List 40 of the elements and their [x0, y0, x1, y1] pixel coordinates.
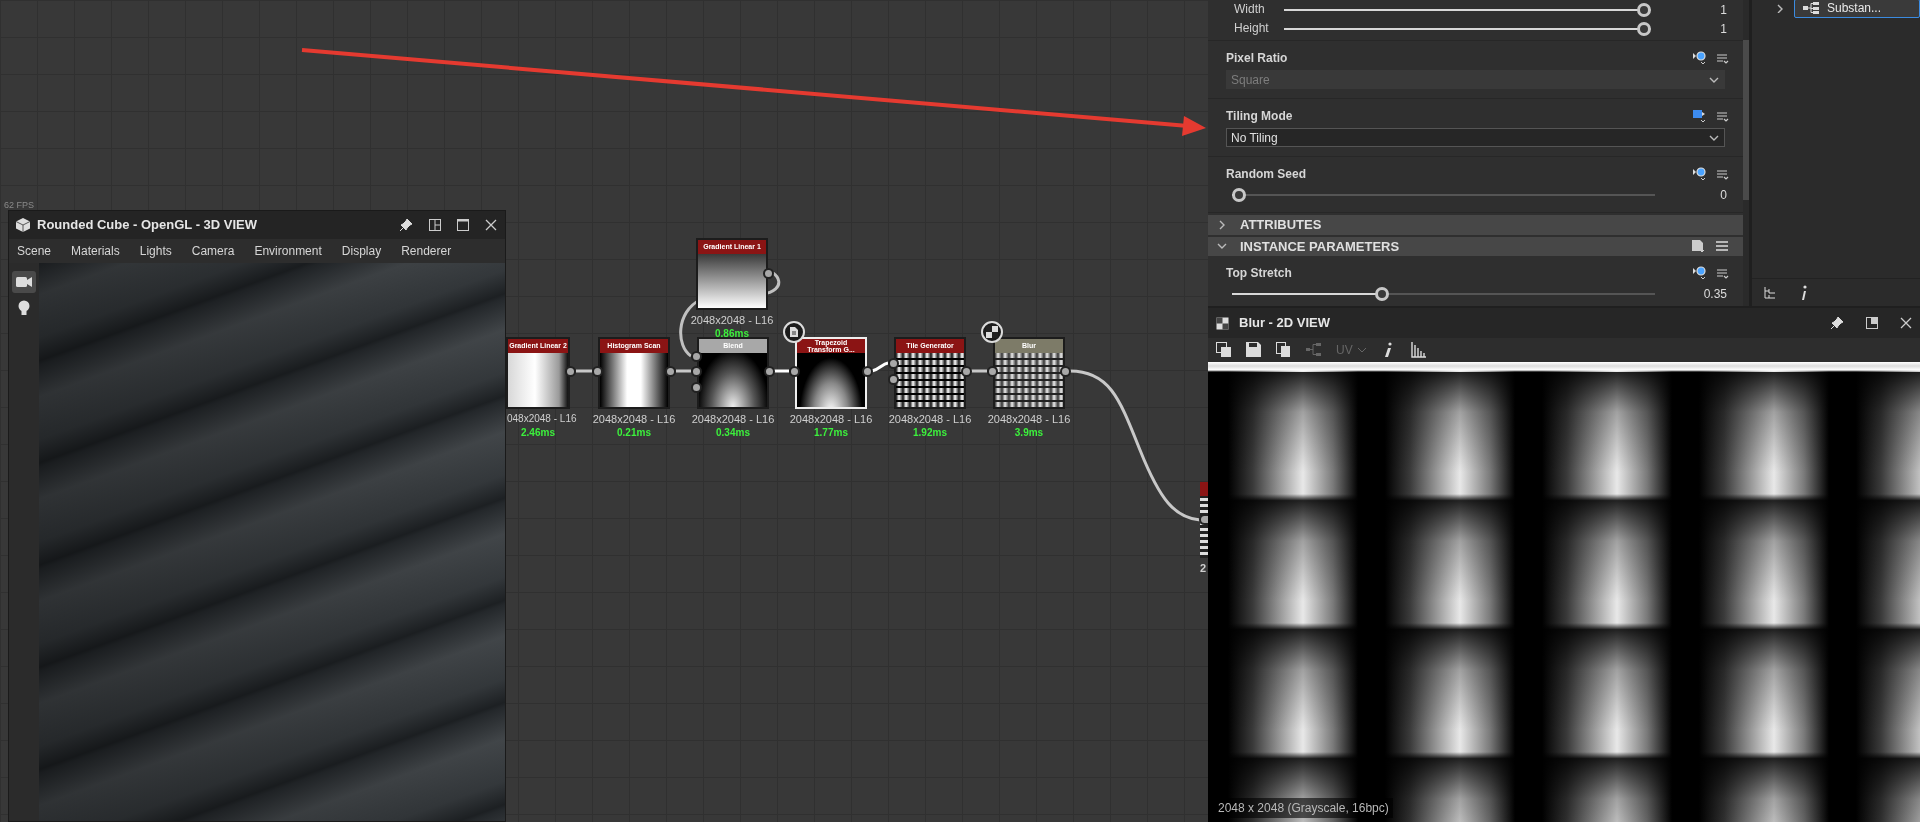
dropdown: Square	[1226, 70, 1725, 89]
menu-item[interactable]: Lights	[139, 242, 172, 260]
slider-value: 1	[1719, 20, 1728, 38]
window-title: Blur - 2D VIEW	[1239, 314, 1331, 333]
node-resolution: 2048x2048 - L16	[591, 412, 677, 427]
slider-value: 0	[1719, 187, 1728, 204]
dropdown[interactable]: No Tiling	[1226, 128, 1725, 147]
section-header[interactable]: ATTRIBUTES	[1208, 215, 1743, 235]
toolbar-button: UV	[1336, 340, 1367, 360]
menu-item[interactable]: Display	[341, 242, 382, 260]
window-title: Rounded Cube - OpenGL - 3D VIEW	[37, 216, 259, 235]
parameter-label: Top Stretch	[1226, 265, 1293, 282]
node-resolution: 2048x2048 - L16	[986, 412, 1072, 427]
node-timing: 2.46ms	[520, 426, 556, 440]
menu-item[interactable]: Scene	[17, 242, 52, 260]
node-timing: 0.21ms	[616, 426, 652, 440]
parameter-label: Width	[1234, 2, 1266, 17]
menu-item[interactable]: Environment	[254, 242, 322, 260]
menu-item[interactable]: Camera	[191, 242, 235, 260]
section-header[interactable]: INSTANCE PARAMETERS	[1208, 236, 1743, 256]
node-timing: 1.77ms	[813, 426, 849, 440]
node-resolution: 2048x2048 - L16	[690, 412, 776, 427]
parameter-label: Tiling Mode	[1226, 108, 1294, 125]
node-resolution: 048x2048 - L16	[507, 412, 577, 426]
node-resolution: 2048x2048 - L16	[887, 412, 973, 427]
node-timing: 0.34ms	[715, 426, 751, 440]
node-timing: 3.9ms	[1013, 426, 1045, 440]
fps-counter: 62 FPS	[4, 199, 34, 212]
node-resolution: 2048x2048 - L16	[788, 412, 874, 427]
explorer-item[interactable]: Substan...	[1794, 0, 1920, 18]
node-resolution: 2048x2048 - L16	[689, 313, 775, 328]
slider-value: 1	[1719, 1, 1728, 19]
menu-item[interactable]: Renderer	[401, 242, 452, 260]
parameter-label: Pixel Ratio	[1226, 50, 1289, 67]
slider-value: 0.35	[1702, 286, 1728, 303]
parameter-label: Height	[1234, 21, 1270, 36]
parameter-label: Random Seed	[1226, 166, 1307, 183]
node-timing: 1.92ms	[912, 426, 948, 440]
menu-item[interactable]: Materials	[71, 242, 120, 260]
node-resolution: 2	[1200, 561, 1207, 576]
